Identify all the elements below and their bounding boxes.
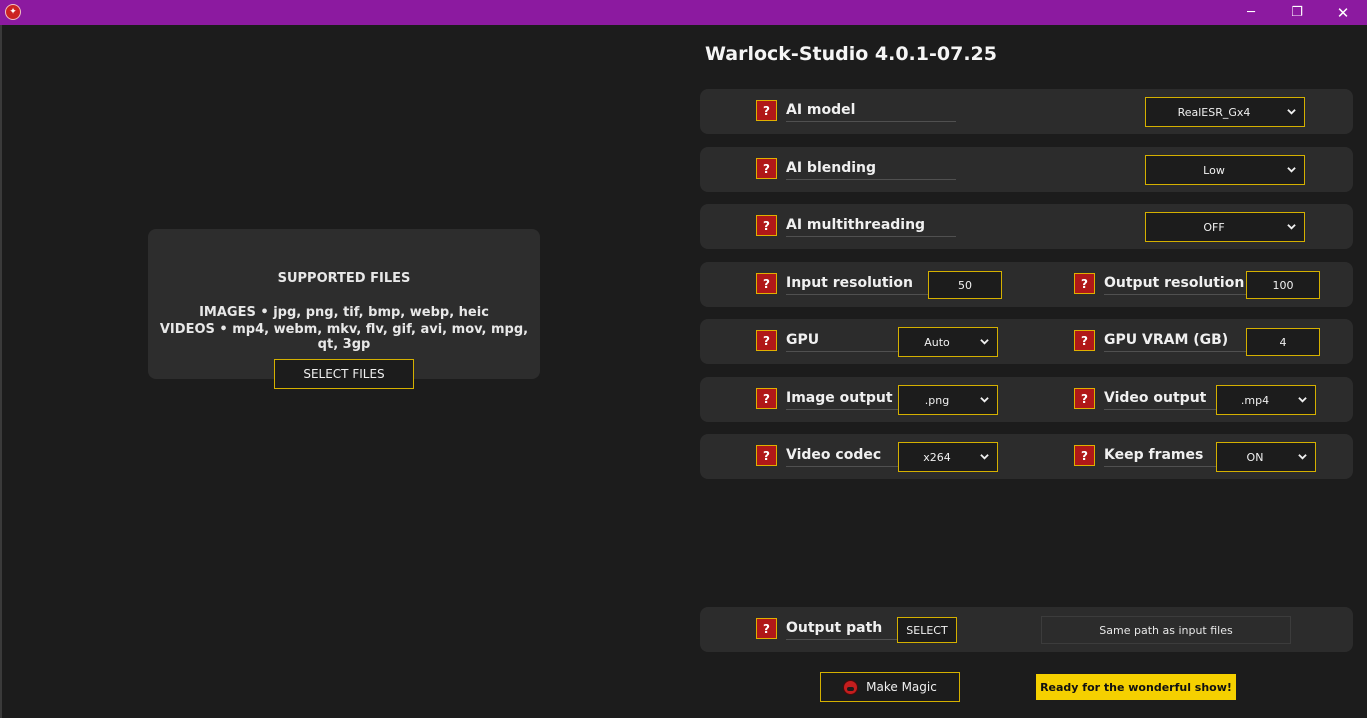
make-magic-button[interactable]: Make Magic — [820, 672, 960, 702]
chevron-down-icon — [980, 454, 989, 460]
output-path-help-icon[interactable]: ? — [756, 618, 777, 639]
keep-frames-value: ON — [1246, 450, 1264, 464]
ai-blending-label: AI blending — [786, 160, 956, 180]
gpu-vram-label: GPU VRAM (GB) — [1104, 332, 1246, 352]
close-button[interactable]: ✕ — [1320, 0, 1366, 25]
title-bar: ✦ ─ ❐ ✕ — [0, 0, 1367, 25]
warlock-logo-icon — [843, 679, 859, 695]
chevron-down-icon — [1298, 454, 1307, 460]
keep-frames-label: Keep frames — [1104, 447, 1216, 467]
keep-frames-dropdown[interactable]: ON — [1216, 442, 1316, 472]
video-codec-dropdown[interactable]: x264 — [898, 442, 998, 472]
ai-model-value: RealESR_Gx4 — [1177, 105, 1251, 119]
image-output-help-icon[interactable]: ? — [756, 388, 777, 409]
supported-files-title: SUPPORTED FILES — [277, 271, 411, 286]
ai-blending-help-icon[interactable]: ? — [756, 158, 777, 179]
output-path-select-button[interactable]: SELECT — [897, 617, 957, 643]
maximize-button[interactable]: ❐ — [1274, 0, 1320, 25]
ai-multithreading-help-icon[interactable]: ? — [756, 215, 777, 236]
image-output-value: .png — [924, 393, 950, 407]
video-codec-help-icon[interactable]: ? — [756, 445, 777, 466]
minimize-button[interactable]: ─ — [1228, 0, 1274, 25]
chevron-down-icon — [1298, 397, 1307, 403]
ai-model-help-icon[interactable]: ? — [756, 100, 777, 121]
input-resolution-help-icon[interactable]: ? — [756, 273, 777, 294]
ai-model-dropdown[interactable]: RealESR_Gx4 — [1145, 97, 1305, 127]
supported-images-text: IMAGES • jpg, png, tif, bmp, webp, heic — [199, 305, 489, 320]
make-magic-label: Make Magic — [866, 680, 937, 694]
gpu-vram-field[interactable]: 4 — [1246, 328, 1320, 356]
chevron-down-icon — [980, 397, 989, 403]
keep-frames-help-icon[interactable]: ? — [1074, 445, 1095, 466]
ai-blending-dropdown[interactable]: Low — [1145, 155, 1305, 185]
ai-multithreading-value: OFF — [1203, 220, 1225, 234]
image-output-dropdown[interactable]: .png — [898, 385, 998, 415]
chevron-down-icon — [1287, 167, 1296, 173]
app-title: Warlock-Studio 4.0.1-07.25 — [705, 43, 997, 65]
supported-videos-text: VIDEOS • mp4, webm, mkv, flv, gif, avi, … — [159, 322, 529, 352]
gpu-value: Auto — [924, 335, 950, 349]
video-codec-label: Video codec — [786, 447, 898, 467]
output-path-label: Output path — [786, 620, 898, 640]
video-output-dropdown[interactable]: .mp4 — [1216, 385, 1316, 415]
input-resolution-label: Input resolution — [786, 275, 928, 295]
chevron-down-icon — [1287, 109, 1296, 115]
output-resolution-label: Output resolution — [1104, 275, 1246, 295]
gpu-help-icon[interactable]: ? — [756, 330, 777, 351]
select-files-button[interactable]: SELECT FILES — [274, 359, 414, 389]
ai-blending-value: Low — [1203, 163, 1225, 177]
gpu-label: GPU — [786, 332, 898, 352]
video-output-help-icon[interactable]: ? — [1074, 388, 1095, 409]
window-frame — [0, 25, 2, 718]
file-drop-area[interactable]: SUPPORTED FILES IMAGES • jpg, png, tif, … — [148, 229, 540, 379]
image-output-label: Image output — [786, 390, 898, 410]
output-path-field: Same path as input files — [1041, 616, 1291, 644]
output-resolution-help-icon[interactable]: ? — [1074, 273, 1095, 294]
video-output-label: Video output — [1104, 390, 1216, 410]
input-resolution-field[interactable]: 50 — [928, 271, 1002, 299]
chevron-down-icon — [980, 339, 989, 345]
chevron-down-icon — [1287, 224, 1296, 230]
app-logo-icon: ✦ — [5, 4, 21, 20]
status-badge: Ready for the wonderful show! — [1036, 674, 1236, 700]
ai-model-label: AI model — [786, 102, 956, 122]
video-codec-value: x264 — [923, 450, 951, 464]
video-output-value: .mp4 — [1240, 393, 1270, 407]
output-resolution-field[interactable]: 100 — [1246, 271, 1320, 299]
ai-multithreading-dropdown[interactable]: OFF — [1145, 212, 1305, 242]
gpu-dropdown[interactable]: Auto — [898, 327, 998, 357]
ai-multithreading-label: AI multithreading — [786, 217, 956, 237]
gpu-vram-help-icon[interactable]: ? — [1074, 330, 1095, 351]
